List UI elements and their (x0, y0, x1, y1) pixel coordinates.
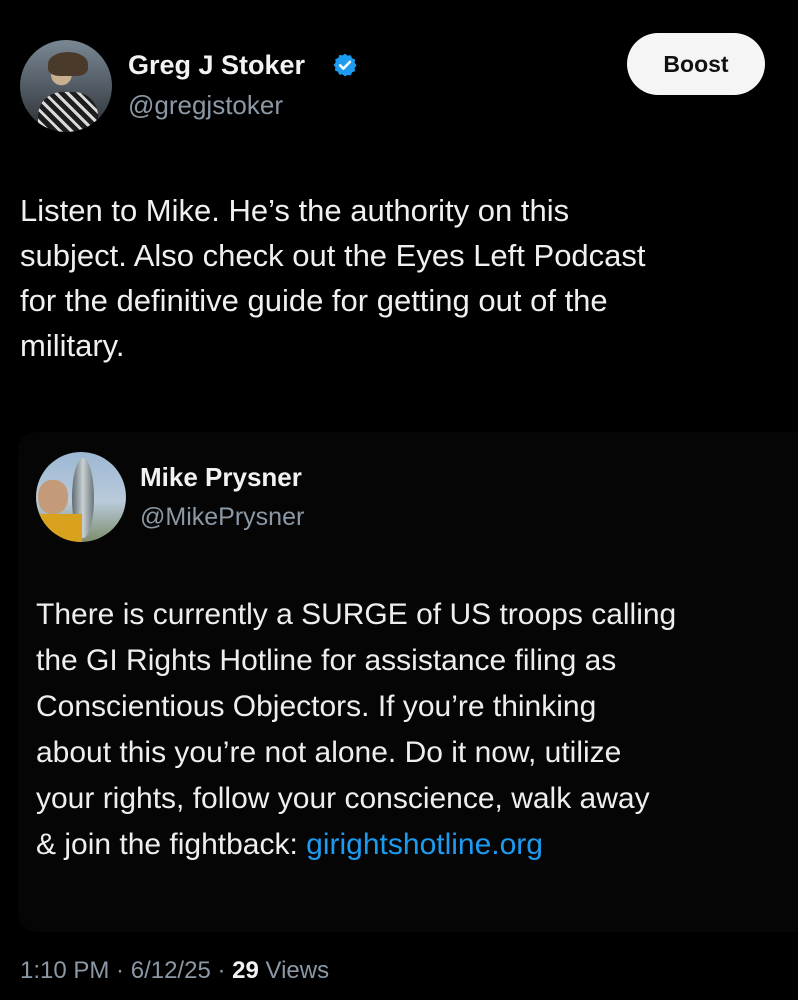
hotline-link[interactable]: girightshotline.org (306, 828, 543, 861)
post-text: Listen to Mike. He’s the authority on th… (20, 193, 646, 363)
meta-separator: · (210, 957, 233, 984)
author-avatar[interactable] (20, 40, 112, 132)
quoted-author-handle[interactable]: @MikePrysner (140, 503, 304, 532)
quoted-tweet-text: There is currently a SURGE of US troops … (36, 592, 776, 868)
avatar-jacket (36, 514, 82, 542)
post-date[interactable]: 6/12/25 (131, 957, 211, 984)
meta-separator: · (109, 957, 131, 984)
verified-badge-icon (333, 53, 357, 77)
views-label: Views (258, 957, 330, 984)
boost-button[interactable]: Boost (627, 33, 765, 95)
quoted-author-avatar[interactable] (36, 452, 126, 542)
post-meta: 1:10 PM · 6/12/25 · 29 Views (20, 957, 329, 985)
post-time[interactable]: 1:10 PM (20, 957, 109, 984)
avatar-hair (48, 52, 88, 76)
author-name[interactable]: Greg J Stoker (128, 50, 305, 81)
author-handle[interactable]: @gregjstoker (128, 90, 283, 121)
avatar-scarf (38, 92, 98, 132)
avatar-face (38, 480, 68, 514)
views-count: 29 (232, 957, 259, 984)
quoted-author-name[interactable]: Mike Prysner (140, 462, 302, 493)
quoted-tweet-body: There is currently a SURGE of US troops … (36, 598, 677, 861)
